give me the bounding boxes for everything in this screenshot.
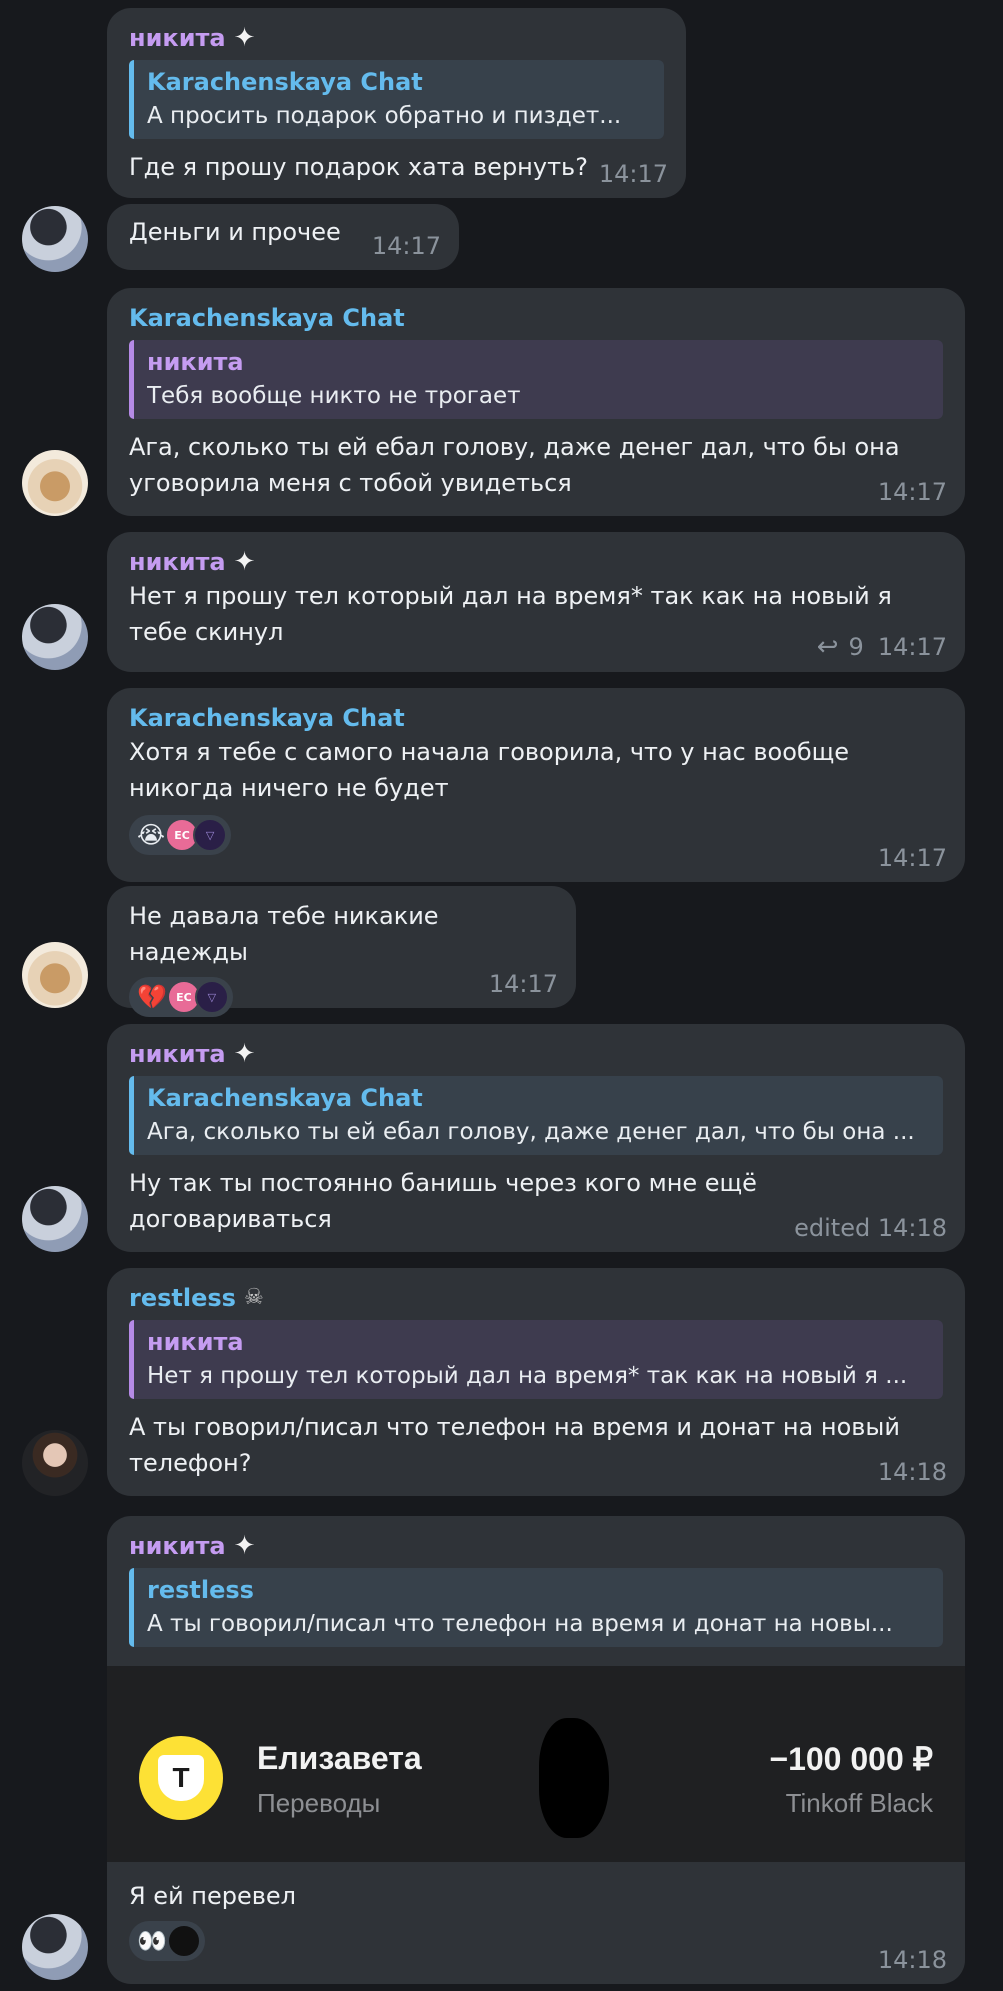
reactor-avatar <box>166 1924 201 1958</box>
reply-quote[interactable]: никита Тебя вообще никто не трогает <box>129 340 943 419</box>
reply-sender: Karachenskaya Chat <box>147 1084 423 1112</box>
sender-name[interactable]: никита ✦ <box>129 1038 943 1070</box>
reply-text: Тебя вообще никто не трогает <box>147 383 521 409</box>
tinkoff-logo-icon: T <box>139 1736 223 1820</box>
reply-quote[interactable]: restless А ты говорил/писал что телефон … <box>129 1568 943 1647</box>
message-time: 14:17 <box>598 160 668 188</box>
message-text-line: Хотя я тебе с самого начала говорила, чт… <box>129 738 850 766</box>
sender-name-text: никита <box>129 1532 226 1560</box>
sender-name-text: никита <box>129 24 226 52</box>
reply-text: А просить подарок обратно и пиздет... <box>147 103 622 129</box>
sender-name-text: никита <box>129 548 226 576</box>
sparkle-icon: ✦ <box>233 1531 256 1561</box>
avatar-nikita[interactable] <box>22 1914 88 1980</box>
avatar-karachenskaya[interactable] <box>22 942 88 1008</box>
message-time: 14:17 <box>877 478 947 506</box>
reply-text: Нет я прошу тел который дал на время* та… <box>147 1363 908 1389</box>
reply-sender: никита <box>147 1328 244 1356</box>
sparkle-icon: ✦ <box>233 23 256 53</box>
tinkoff-shield: T <box>158 1755 204 1801</box>
redaction-scribble <box>539 1718 609 1838</box>
message-time: 14:17 <box>488 970 558 998</box>
transfer-recipient: Елизавета <box>257 1740 422 1776</box>
message-bubble[interactable]: никита ✦ restless А ты говорил/писал что … <box>107 1516 965 1984</box>
replies-count: 9 <box>848 633 864 661</box>
transfer-amount: −100 000 ₽ <box>769 1741 933 1777</box>
message-text-line: А ты говорил/писал что телефон на время … <box>129 1413 900 1441</box>
message-time: 14:17 <box>371 232 441 260</box>
message-bubble[interactable]: никита ✦ Karachenskaya Chat Ага, сколько … <box>107 1024 965 1252</box>
avatar-nikita[interactable] <box>22 1186 88 1252</box>
sparkle-icon: ✦ <box>233 547 256 577</box>
reactions: 😭 EC ▽ <box>129 814 943 856</box>
avatar-restless[interactable] <box>22 1430 88 1496</box>
sender-name-text: никита <box>129 1040 226 1068</box>
broken-heart-icon: 💔 <box>137 983 167 1011</box>
message-time: 14:17 <box>877 633 947 661</box>
message-text: Не давала тебе никакие надежды <box>129 902 439 966</box>
message-text-line: никогда ничего не будет <box>129 774 449 802</box>
sender-name[interactable]: никита ✦ <box>129 22 664 54</box>
eyes-icon: 👀 <box>137 1927 167 1955</box>
reply-arrow-icon: ↩ <box>816 632 839 662</box>
reply-text: А ты говорил/писал что телефон на время … <box>147 1611 893 1637</box>
message-bubble[interactable]: никита ✦ Нет я прошу тел который дал на в… <box>107 532 965 672</box>
sparkle-icon: ✦ <box>233 1039 256 1069</box>
message-time: 14:18 <box>877 1946 947 1974</box>
message-meta: ↩ 9 14:17 <box>817 632 947 662</box>
message-text-line: Нет я прошу тел который дал на время* та… <box>129 582 892 610</box>
avatar-karachenskaya[interactable] <box>22 450 88 516</box>
transfer-bank: Tinkoff Black <box>785 1788 933 1818</box>
message-text-line: Ну так ты постоянно банишь через кого мн… <box>129 1169 757 1197</box>
reply-sender: restless <box>147 1576 254 1604</box>
message-text: Я ей перевел <box>129 1882 297 1910</box>
sender-name[interactable]: никита ✦ <box>129 1530 943 1562</box>
reaction-chip[interactable]: 😭 EC ▽ <box>129 815 232 855</box>
message-text-line: уговорила меня с тобой увидеться <box>129 469 572 497</box>
message-bubble[interactable]: Karachenskaya Chat никита Тебя вообще ни… <box>107 288 965 516</box>
message-time: 14:17 <box>877 844 947 872</box>
reaction-chip[interactable]: 👀 <box>129 1921 205 1961</box>
reaction-chip[interactable]: 💔 EC ▽ <box>129 977 233 1017</box>
message-text-line: Ага, сколько ты ей ебал голову, даже ден… <box>129 433 900 461</box>
transfer-screenshot[interactable]: T Елизавета Переводы −100 000 ₽ Tinkoff … <box>107 1666 965 1862</box>
sender-name[interactable]: никита ✦ <box>129 546 943 578</box>
message-bubble[interactable]: Деньги и прочее 14:17 <box>107 204 459 270</box>
skull-icon: ☠ <box>243 1285 264 1310</box>
sender-name[interactable]: Karachenskaya Chat <box>129 702 943 734</box>
message-text-line: телефон? <box>129 1449 252 1477</box>
message-time: 14:18 <box>877 1458 947 1486</box>
sender-name[interactable]: Karachenskaya Chat <box>129 302 943 334</box>
message-time: edited 14:18 <box>794 1214 947 1242</box>
message-bubble[interactable]: restless ☠ никита Нет я прошу тел который… <box>107 1268 965 1496</box>
reply-sender: никита <box>147 348 244 376</box>
reply-text: Ага, сколько ты ей ебал голову, даже ден… <box>147 1119 915 1145</box>
reactor-avatar: ▽ <box>194 980 229 1014</box>
message-bubble[interactable]: Не давала тебе никакие надежды 💔 EC ▽ 14… <box>107 886 576 1017</box>
sender-name-text: restless <box>129 1284 236 1312</box>
avatar-nikita[interactable] <box>22 206 88 272</box>
reply-quote[interactable]: Karachenskaya Chat Ага, сколько ты ей еб… <box>129 1076 943 1155</box>
reply-quote[interactable]: никита Нет я прошу тел который дал на вр… <box>129 1320 943 1399</box>
reply-quote[interactable]: Karachenskaya Chat А просить подарок обр… <box>129 60 664 139</box>
sender-name[interactable]: restless ☠ <box>129 1282 943 1314</box>
avatar-nikita[interactable] <box>22 604 88 670</box>
transfer-category: Переводы <box>257 1788 381 1818</box>
replies-counter[interactable]: ↩ 9 <box>817 632 864 662</box>
reactor-avatar: ▽ <box>193 818 228 852</box>
message-bubble[interactable]: Karachenskaya Chat Хотя я тебе с самого … <box>107 688 965 882</box>
reply-sender: Karachenskaya Chat <box>147 68 423 96</box>
message-text: Где я прошу подарок хата вернуть? <box>129 153 588 181</box>
crying-face-icon: 😭 <box>137 821 166 849</box>
message-bubble[interactable]: никита ✦ Karachenskaya Chat А просить под… <box>107 8 686 198</box>
reactions: 👀 <box>129 1920 943 1962</box>
